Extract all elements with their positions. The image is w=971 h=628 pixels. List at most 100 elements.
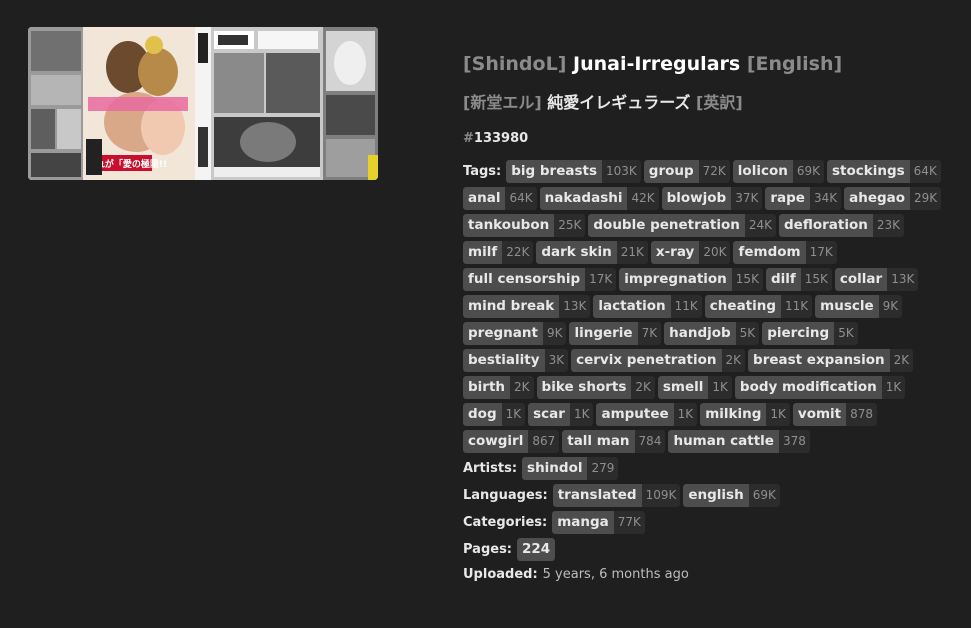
pages-count-tag[interactable]: 224 [517, 538, 556, 561]
tag-count: 109K [641, 484, 681, 507]
tag-name: manga [552, 511, 614, 534]
tag-count: 2K [721, 349, 746, 372]
cover-thumbnail[interactable]: これが「愛の極限!! [28, 27, 378, 180]
artist-tag-shindol[interactable]: shindol 279 [522, 457, 619, 480]
tag-name: blowjob [661, 187, 732, 210]
tags-tag-dog[interactable]: dog 1K [463, 403, 526, 426]
tags-tag-dilf[interactable]: dilf 15K [765, 268, 832, 291]
tag-count: 279 [587, 457, 619, 480]
tag-count: 878 [846, 403, 878, 426]
tags-tag-scar[interactable]: scar 1K [528, 403, 594, 426]
cover-image-art: これが「愛の極限!! [28, 27, 378, 180]
tags-tag-double-penetration[interactable]: double penetration 24K [588, 214, 776, 237]
tags-tag-bestiality[interactable]: bestiality 3K [463, 349, 569, 372]
tag-name: tankoubon [463, 214, 555, 237]
language-tag-translated[interactable]: translated 109K [552, 484, 681, 507]
tag-count: 29K [910, 187, 942, 210]
tags-tag-handjob[interactable]: handjob 5K [664, 322, 760, 345]
subtitle-pretty: 純愛イレギュラーズ [547, 93, 691, 112]
tags-tag-muscle[interactable]: muscle 9K [815, 295, 903, 318]
tag-name: lactation [593, 295, 671, 318]
tags-tag-cheating[interactable]: cheating 11K [704, 295, 813, 318]
tag-name: tall man [562, 430, 635, 453]
tags-tag-lingerie[interactable]: lingerie 7K [569, 322, 662, 345]
tag-name: milf [463, 241, 503, 264]
tags-tag-bike-shorts[interactable]: bike shorts 2K [536, 376, 655, 399]
tags-tag-dark-skin[interactable]: dark skin 21K [536, 241, 648, 264]
tag-count: 1K [881, 376, 906, 399]
tags-tag-vomit[interactable]: vomit 878 [792, 403, 878, 426]
tags-tag-rape[interactable]: rape 34K [765, 187, 842, 210]
artists-row: Artists: shindol 279 [463, 455, 963, 482]
tag-name: cheating [704, 295, 782, 318]
tag-count: 20K [699, 241, 731, 264]
tag-name: bike shorts [536, 376, 632, 399]
tags-tag-x-ray[interactable]: x-ray 20K [650, 241, 731, 264]
tags-tag-body-modification[interactable]: body modification 1K [734, 376, 906, 399]
tags-tag-pregnant[interactable]: pregnant 9K [463, 322, 567, 345]
tags-tag-lactation[interactable]: lactation 11K [593, 295, 702, 318]
tag-name: pregnant [463, 322, 543, 345]
tags-tag-blowjob[interactable]: blowjob 37K [661, 187, 763, 210]
gallery-id: #133980 [463, 130, 963, 148]
tag-name: x-ray [650, 241, 700, 264]
tags-tag-birth[interactable]: birth 2K [463, 376, 534, 399]
tag-count: 24K [744, 214, 776, 237]
tags-row: Tags: big breasts 103K group 72K lolicon 69K s… [463, 158, 953, 455]
tags-tag-anal[interactable]: anal 64K [463, 187, 537, 210]
tags-tag-tankoubon[interactable]: tankoubon 25K [463, 214, 586, 237]
tag-count: 867 [528, 430, 560, 453]
tag-count: 42K [627, 187, 659, 210]
tag-count: 17K [585, 268, 617, 291]
tag-name: human cattle [668, 430, 779, 453]
tags-tag-milf[interactable]: milf 22K [463, 241, 534, 264]
title-after: [English] [746, 53, 843, 75]
tag-name: shindol [522, 457, 588, 480]
tag-name: ahegao [844, 187, 911, 210]
subtitle-after: [英訳] [696, 93, 743, 112]
tags-tag-amputee[interactable]: amputee 1K [596, 403, 698, 426]
languages-label: Languages: [463, 488, 548, 503]
tag-name: lingerie [569, 322, 638, 345]
tags-tag-impregnation[interactable]: impregnation 15K [619, 268, 763, 291]
tag-name: rape [765, 187, 810, 210]
tags-tag-cervix-penetration[interactable]: cervix penetration 2K [571, 349, 746, 372]
tag-count: 1K [766, 403, 790, 426]
tag-count: 1K [708, 376, 732, 399]
tag-count: 5K [735, 322, 760, 345]
tags-tag-ahegao[interactable]: ahegao 29K [844, 187, 942, 210]
tag-name: dark skin [536, 241, 617, 264]
language-tag-english[interactable]: english 69K [683, 484, 780, 507]
tags-tag-smell[interactable]: smell 1K [657, 376, 732, 399]
tag-count: 64K [505, 187, 537, 210]
tag-count: 37K [731, 187, 763, 210]
tags-tag-stockings[interactable]: stockings 64K [826, 160, 941, 183]
tag-name: scar [528, 403, 570, 426]
tag-count: 13K [887, 268, 919, 291]
tag-name: group [643, 160, 699, 183]
tags-label: Tags: [463, 164, 502, 179]
tags-tag-big-breasts[interactable]: big breasts 103K [506, 160, 641, 183]
tag-count: 15K [800, 268, 832, 291]
tags-tag-human-cattle[interactable]: human cattle 378 [668, 430, 810, 453]
tags-tag-lolicon[interactable]: lolicon 69K [732, 160, 824, 183]
tags-tag-mind-break[interactable]: mind break 13K [463, 295, 591, 318]
tags-tag-milking[interactable]: milking 1K [700, 403, 790, 426]
tags-tag-full-censorship[interactable]: full censorship 17K [463, 268, 617, 291]
tag-name: mind break [463, 295, 560, 318]
category-tag-manga[interactable]: manga 77K [552, 511, 645, 534]
tags-tag-piercing[interactable]: piercing 5K [762, 322, 858, 345]
title-before: [ShindoL] [463, 53, 567, 75]
tags-tag-breast-expansion[interactable]: breast expansion 2K [748, 349, 914, 372]
tag-name: stockings [826, 160, 910, 183]
tags-tag-collar[interactable]: collar 13K [834, 268, 919, 291]
tags-tag-cowgirl[interactable]: cowgirl 867 [463, 430, 560, 453]
uploaded-label: Uploaded: [463, 567, 538, 582]
tags-tag-tall-man[interactable]: tall man 784 [562, 430, 666, 453]
tags-tag-nakadashi[interactable]: nakadashi 42K [539, 187, 659, 210]
tags-tag-group[interactable]: group 72K [643, 160, 730, 183]
tags-tag-defloration[interactable]: defloration 23K [779, 214, 904, 237]
gallery-title: [ShindoL] Junai-Irregulars [English] [463, 50, 963, 78]
tag-name: amputee [596, 403, 674, 426]
tags-tag-femdom[interactable]: femdom 17K [733, 241, 837, 264]
